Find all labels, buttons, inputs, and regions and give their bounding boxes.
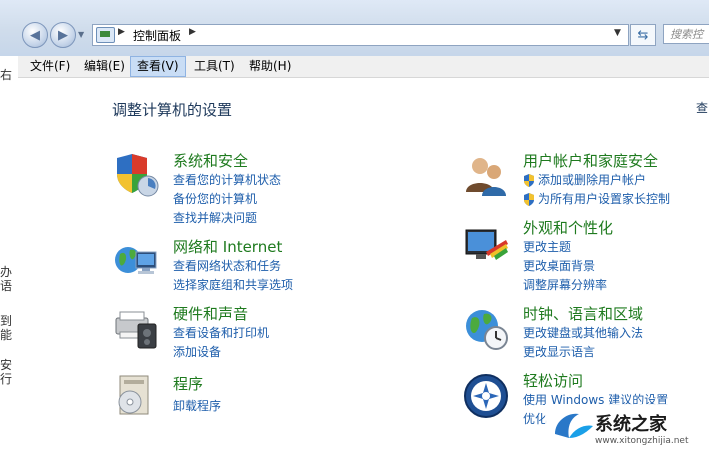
system-security-icon[interactable] (112, 152, 160, 200)
breadcrumb-arrow-icon[interactable]: ▶ (118, 27, 125, 37)
programs-icon[interactable] (112, 372, 160, 420)
control-panel-icon (96, 27, 115, 43)
link-change-theme[interactable]: 更改主题 (523, 238, 571, 255)
user-accounts-icon[interactable] (462, 152, 510, 200)
category-title-clock-language-region[interactable]: 时钟、语言和区域 (523, 303, 643, 324)
breadcrumb[interactable]: 控制面板 (133, 27, 181, 44)
watermark-url: www.xitongzhijia.net (595, 436, 689, 446)
hardware-sound-icon[interactable] (112, 304, 160, 352)
link-adjust-resolution[interactable]: 调整屏幕分辨率 (523, 276, 607, 293)
link-backup-computer[interactable]: 备份您的计算机 (173, 190, 257, 207)
link-uninstall-program[interactable]: 卸载程序 (173, 397, 221, 414)
link-optimize[interactable]: 优化 (523, 410, 547, 427)
link-change-desktop-background[interactable]: 更改桌面背景 (523, 257, 595, 274)
menu-view[interactable]: 查看(V) (130, 56, 186, 77)
search-input[interactable]: 搜索控 (663, 24, 709, 44)
link-text: 添加或删除用户帐户 (538, 173, 647, 187)
view-by-label[interactable]: 查 (696, 99, 708, 116)
watermark-title: 系统之家 (595, 414, 667, 435)
network-internet-icon[interactable] (112, 238, 160, 286)
address-bar[interactable]: ▶ 控制面板 ▶ ▼ (92, 24, 629, 46)
link-view-computer-status[interactable]: 查看您的计算机状态 (173, 171, 281, 188)
uac-shield-icon (524, 174, 534, 187)
menu-edit[interactable]: 编辑(E) (78, 56, 131, 77)
menu-file[interactable]: 文件(F) (24, 56, 76, 77)
category-title-appearance[interactable]: 外观和个性化 (523, 217, 613, 238)
fragment-text: 右 (0, 68, 13, 82)
menu-help[interactable]: 帮助(H) (243, 56, 297, 77)
watermark-logo: 系统之家 www.xitongzhijia.net (545, 404, 709, 451)
link-change-display-language[interactable]: 更改显示语言 (523, 343, 595, 360)
menu-bar: 文件(F) 编辑(E) 查看(V) 工具(T) 帮助(H) (18, 56, 709, 78)
forward-button[interactable]: ▶ (50, 22, 76, 48)
ease-of-access-icon[interactable] (462, 372, 510, 420)
category-title-system-security[interactable]: 系统和安全 (173, 150, 248, 171)
background-window-fragment: 右 办 语 到 能 安 行 (0, 0, 18, 451)
refresh-icon: ⇆ (637, 27, 649, 43)
fragment-text: 能 (0, 328, 13, 342)
link-view-devices-printers[interactable]: 查看设备和打印机 (173, 324, 269, 341)
recent-pages-chevron-icon[interactable]: ▼ (78, 30, 84, 39)
category-title-network-internet[interactable]: 网络和 Internet (173, 236, 282, 257)
category-title-hardware-sound[interactable]: 硬件和声音 (173, 303, 248, 324)
category-title-ease-of-access[interactable]: 轻松访问 (523, 370, 583, 391)
uac-shield-icon (524, 193, 534, 206)
appearance-icon[interactable] (462, 222, 510, 270)
refresh-button[interactable]: ⇆ (630, 24, 656, 46)
menu-tools[interactable]: 工具(T) (188, 56, 241, 77)
forward-arrow-icon: ▶ (50, 22, 76, 48)
back-button[interactable]: ◀ (22, 22, 48, 48)
clock-language-region-icon[interactable] (462, 304, 510, 352)
link-change-keyboard[interactable]: 更改键盘或其他输入法 (523, 324, 643, 341)
category-title-user-accounts[interactable]: 用户帐户和家庭安全 (523, 150, 658, 171)
fragment-text: 行 (0, 372, 13, 386)
back-arrow-icon: ◀ (22, 22, 48, 48)
fragment-text: 语 (0, 279, 13, 293)
page-title: 调整计算机的设置 (112, 101, 233, 119)
breadcrumb-arrow-icon[interactable]: ▶ (189, 27, 196, 37)
link-parental-controls[interactable]: 为所有用户设置家长控制 (523, 190, 670, 207)
link-homegroup-sharing[interactable]: 选择家庭组和共享选项 (173, 276, 293, 293)
address-dropdown-icon[interactable]: ▼ (614, 28, 621, 38)
link-troubleshoot[interactable]: 查找并解决问题 (173, 209, 257, 226)
link-add-remove-accounts[interactable]: 添加或删除用户帐户 (523, 171, 646, 188)
link-view-network-status[interactable]: 查看网络状态和任务 (173, 257, 281, 274)
link-text: 为所有用户设置家长控制 (538, 192, 671, 206)
category-title-programs[interactable]: 程序 (173, 373, 203, 394)
link-add-device[interactable]: 添加设备 (173, 343, 221, 360)
